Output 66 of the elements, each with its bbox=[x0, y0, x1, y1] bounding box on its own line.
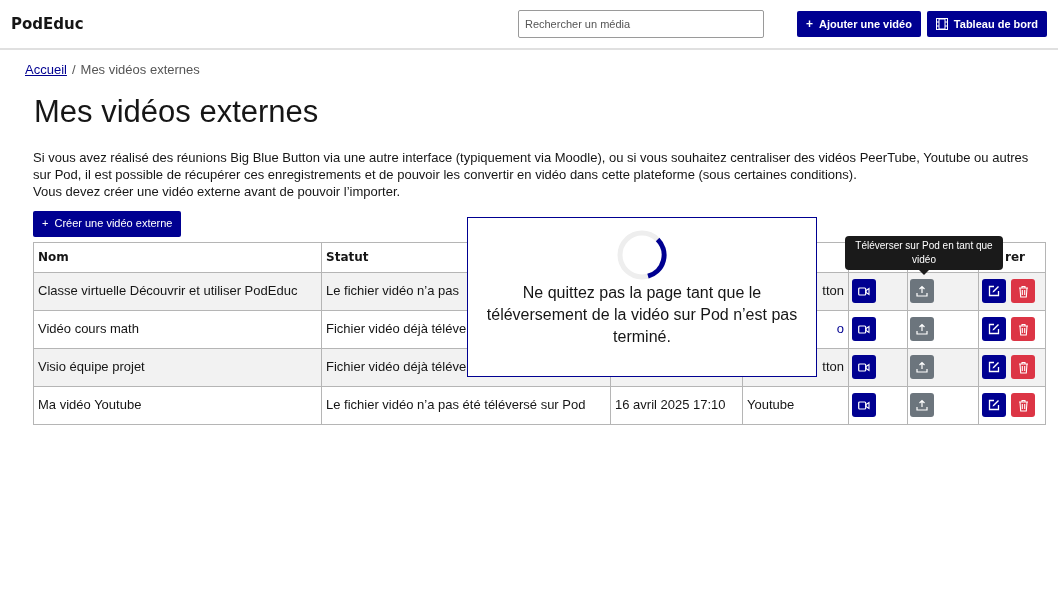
trash-icon bbox=[1017, 398, 1029, 412]
delete-button[interactable] bbox=[1011, 317, 1035, 341]
play-button[interactable] bbox=[852, 279, 876, 303]
column-header: Nom bbox=[38, 250, 69, 264]
table-link[interactable]: o bbox=[836, 321, 844, 337]
upload-button[interactable] bbox=[910, 355, 934, 379]
dashboard-button[interactable]: Tableau de bord bbox=[926, 11, 1047, 37]
upload-icon bbox=[916, 323, 928, 335]
breadcrumb-separator: / bbox=[71, 61, 76, 79]
page-title: Mes vidéos externes bbox=[34, 92, 320, 131]
table-cell: Vidéo cours math bbox=[38, 321, 139, 337]
table-cell: Fichier vidéo déjà téléve bbox=[326, 359, 467, 375]
edit-icon bbox=[988, 323, 1000, 335]
loading-message: Ne quittez pas la page tant que le téléversement de la vidéo sur Pod n’est pas terminé. bbox=[485, 283, 799, 347]
table-cell-text: Youtube bbox=[747, 396, 795, 415]
film-icon bbox=[935, 18, 948, 30]
intro-paragraph: Vous devez créer une vidéo externe avant de pouvoir l’importer. bbox=[33, 182, 402, 200]
table-cell: Le fichier vidéo n’a pas été téléversé sur Pod bbox=[326, 397, 586, 413]
trash-icon bbox=[1017, 360, 1029, 374]
delete-button[interactable] bbox=[1011, 393, 1035, 417]
search-field[interactable]: Rechercher un média bbox=[517, 10, 764, 38]
delete-button[interactable] bbox=[1011, 355, 1035, 379]
edit-icon bbox=[988, 361, 1000, 373]
edit-icon bbox=[988, 285, 1000, 297]
delete-button[interactable] bbox=[1011, 279, 1035, 303]
table-cell: tton bbox=[822, 359, 844, 375]
upload-button[interactable] bbox=[910, 317, 934, 341]
play-button[interactable] bbox=[852, 393, 876, 417]
edit-button[interactable] bbox=[982, 317, 1006, 341]
upload-icon bbox=[916, 361, 928, 373]
upload-button[interactable] bbox=[910, 393, 934, 417]
upload-icon bbox=[916, 399, 928, 411]
table-cell: Ma vidéo Youtube bbox=[38, 397, 142, 413]
plus-icon: + bbox=[805, 18, 813, 30]
table-cell: Le fichier vidéo n’a pas bbox=[326, 283, 459, 299]
create-external-video-button[interactable]: + Créer une vidéo externe bbox=[33, 210, 182, 237]
edit-button[interactable] bbox=[982, 355, 1006, 379]
video-camera-icon bbox=[858, 286, 870, 296]
breadcrumb-current: Mes vidéos externes bbox=[80, 61, 200, 79]
upload-button[interactable] bbox=[910, 279, 934, 303]
video-camera-icon bbox=[858, 362, 870, 372]
video-camera-icon bbox=[858, 324, 870, 334]
intro-paragraph: Si vous avez réalisé des réunions Big Blue Button via une autre interface (typiquement via Moodle), ou si vous souhaitez centraliser des vidéos PeerTube, Youtube ou autres sur Pod, il est possible de récupérer ces enregistrements et de pouvoir les convertir en vidéo dans cette plateforme (sous certaines conditions). bbox=[33, 148, 1030, 183]
add-video-button[interactable]: + Ajouter une vidéo bbox=[796, 11, 921, 37]
play-button[interactable] bbox=[852, 355, 876, 379]
table-cell: 16 avril 2025 17:10 bbox=[615, 397, 726, 413]
table-cell: Classe virtuelle Découvrir et utiliser PodEduc bbox=[38, 283, 298, 299]
trash-icon bbox=[1017, 284, 1029, 298]
column-header: rer bbox=[1005, 250, 1025, 264]
table-cell: tton bbox=[822, 283, 844, 299]
trash-icon bbox=[1017, 322, 1029, 336]
edit-button[interactable] bbox=[982, 393, 1006, 417]
column-header: Statut bbox=[326, 250, 369, 264]
upload-icon bbox=[916, 285, 928, 297]
edit-button[interactable] bbox=[982, 279, 1006, 303]
loading-spinner-icon bbox=[616, 229, 668, 281]
edit-icon bbox=[988, 399, 1000, 411]
site-logo[interactable]: PodEduc bbox=[11, 12, 84, 36]
play-button[interactable] bbox=[852, 317, 876, 341]
table-cell: Visio équipe projet bbox=[38, 359, 145, 375]
breadcrumb-link[interactable]: Accueil bbox=[25, 60, 67, 80]
table-cell: Fichier vidéo déjà téléve bbox=[326, 321, 467, 337]
plus-icon: + bbox=[42, 215, 49, 232]
video-camera-icon bbox=[858, 400, 870, 410]
tooltip: Téléverser sur Pod en tant que vidéo bbox=[845, 236, 1003, 270]
tooltip-arrow bbox=[919, 270, 929, 275]
